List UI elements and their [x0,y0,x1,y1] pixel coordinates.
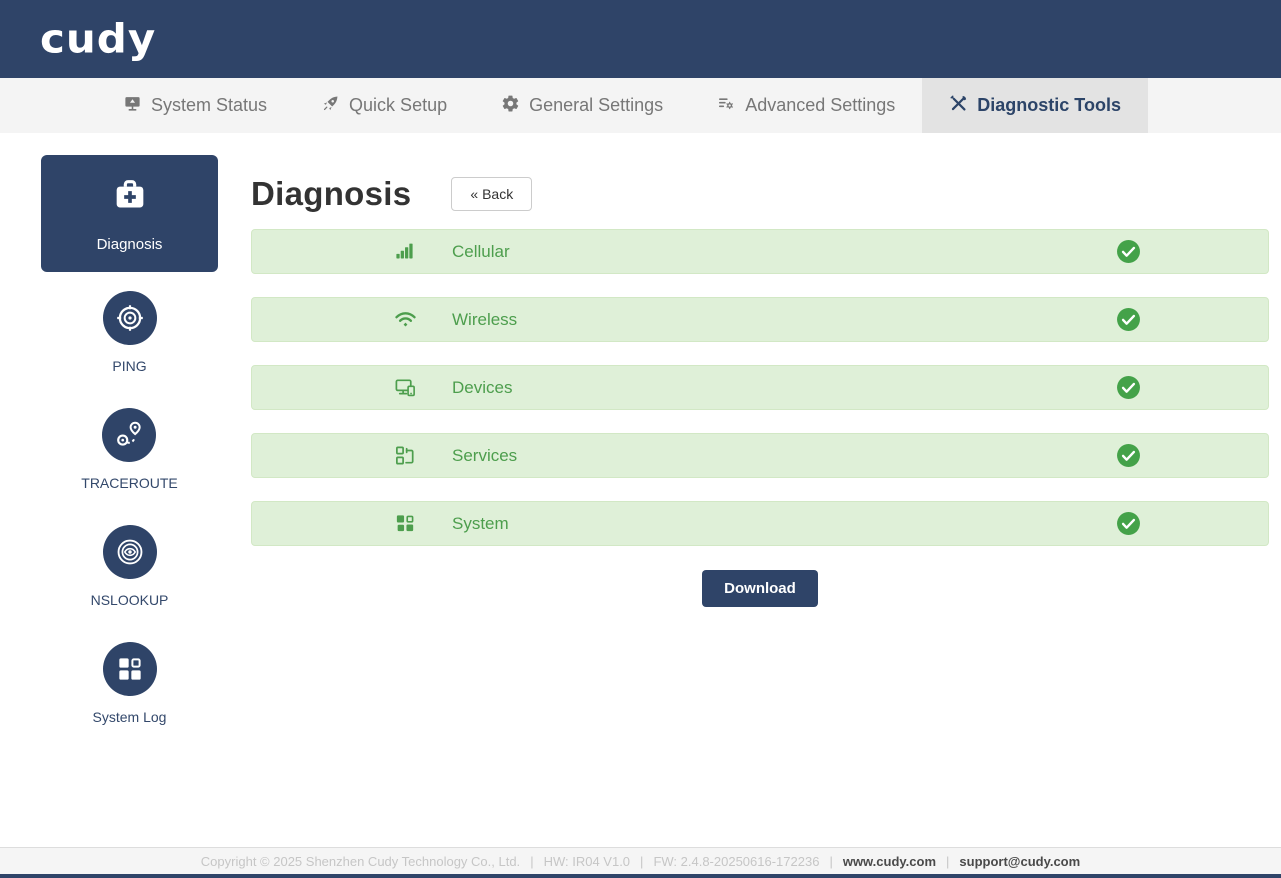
first-aid-kit-icon [110,175,150,220]
sidebar-item-traceroute[interactable]: TRACEROUTE [81,408,178,491]
page-footer: Copyright © 2025 Shenzhen Cudy Technolog… [0,847,1281,878]
route-pin-icon [102,408,157,462]
wifi-icon [394,308,418,331]
sidebar-item-label: NSLOOKUP [90,592,169,608]
check-circle-icon [1116,511,1141,536]
sidebar-item-nslookup[interactable]: NSLOOKUP [90,525,169,608]
tab-system-status[interactable]: System Status [96,78,294,133]
nav-label: System Status [151,95,268,115]
row-label: Cellular [452,241,510,261]
eye-scan-icon [102,525,157,579]
back-button[interactable]: « Back [451,177,533,211]
diagnosis-row-cellular[interactable]: Cellular [251,229,1269,274]
services-icon [394,444,418,467]
cudy-logo: cudy [40,15,157,63]
sidebar-item-system-log[interactable]: System Log [92,642,167,725]
devices-icon [394,376,418,399]
diagnosis-row-wireless[interactable]: Wireless [251,297,1269,342]
advanced-settings-icon [717,94,736,118]
check-circle-icon [1116,239,1141,264]
row-label: System [452,513,509,533]
download-button[interactable]: Download [702,570,818,607]
diagnosis-row-services[interactable]: Services [251,433,1269,478]
tab-general-settings[interactable]: General Settings [474,78,690,133]
sidebar-item-label: TRACEROUTE [81,475,178,491]
page-title: Diagnosis [251,175,412,212]
tab-quick-setup[interactable]: Quick Setup [294,78,474,133]
general-settings-icon [501,94,520,118]
row-label: Services [452,445,518,465]
nav-label: Advanced Settings [745,95,896,115]
signal-bars-icon [394,240,418,263]
diagnosis-row-devices[interactable]: Devices [251,365,1269,410]
content-area: Diagnosis PING TRACEROUTE NSLOOKUP Syste… [0,133,1281,847]
footer-separator: | [640,853,644,869]
system-grid-icon [394,512,418,535]
diagnostic-tools-icon [949,94,968,118]
system-status-icon [123,94,142,118]
quick-setup-icon [321,94,340,118]
tab-diagnostic-tools[interactable]: Diagnostic Tools [922,78,1148,133]
tools-sidebar: Diagnosis PING TRACEROUTE NSLOOKUP Syste… [0,133,250,847]
check-circle-icon [1116,375,1141,400]
footer-separator: | [946,853,950,869]
website-link[interactable]: www.cudy.com [843,854,936,869]
support-email-link[interactable]: support@cudy.com [959,854,1080,869]
sidebar-item-ping[interactable]: PING [102,291,157,374]
firmware-version: FW: 2.4.8-20250616-172236 [653,853,820,869]
hardware-version: HW: IR04 V1.0 [543,853,631,869]
main-nav: System Status Quick Setup General Settin… [0,78,1281,133]
footer-separator: | [829,853,833,869]
sidebar-item-label: PING [112,358,147,374]
footer-separator: | [530,853,534,869]
grid-icon [102,642,157,696]
app-header: cudy [0,0,1281,78]
row-label: Devices [452,377,513,397]
diagnosis-row-system[interactable]: System [251,501,1269,546]
check-circle-icon [1116,307,1141,332]
nav-label: Diagnostic Tools [977,95,1121,115]
check-circle-icon [1116,443,1141,468]
footer-accent-strip [0,874,1281,878]
copyright-text: Copyright © 2025 Shenzhen Cudy Technolog… [200,853,521,869]
nav-label: General Settings [529,95,664,115]
sidebar-item-label: Diagnosis [96,235,163,253]
sidebar-item-diagnosis[interactable]: Diagnosis [41,155,218,272]
sidebar-item-label: System Log [92,709,167,725]
target-icon [102,291,157,345]
diagnosis-panel: Diagnosis « Back Cellular Wireless Devic… [250,133,1281,847]
row-label: Wireless [452,309,518,329]
nav-label: Quick Setup [349,95,448,115]
tab-advanced-settings[interactable]: Advanced Settings [690,78,922,133]
